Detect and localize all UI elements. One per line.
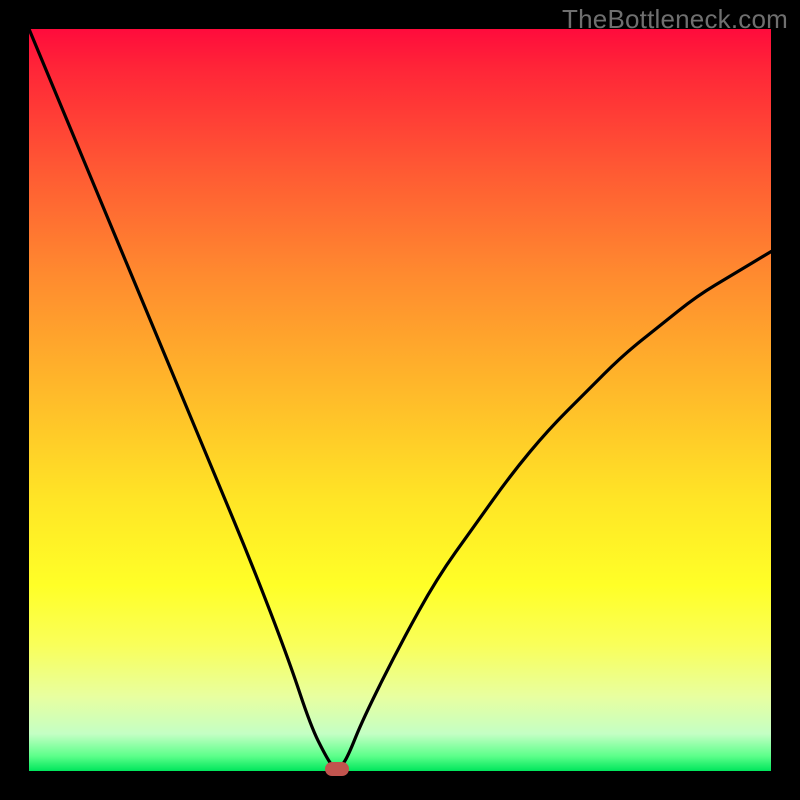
attribution-label: TheBottleneck.com: [562, 4, 788, 35]
gradient-plot-area: [29, 29, 771, 771]
optimal-marker: [325, 762, 349, 776]
